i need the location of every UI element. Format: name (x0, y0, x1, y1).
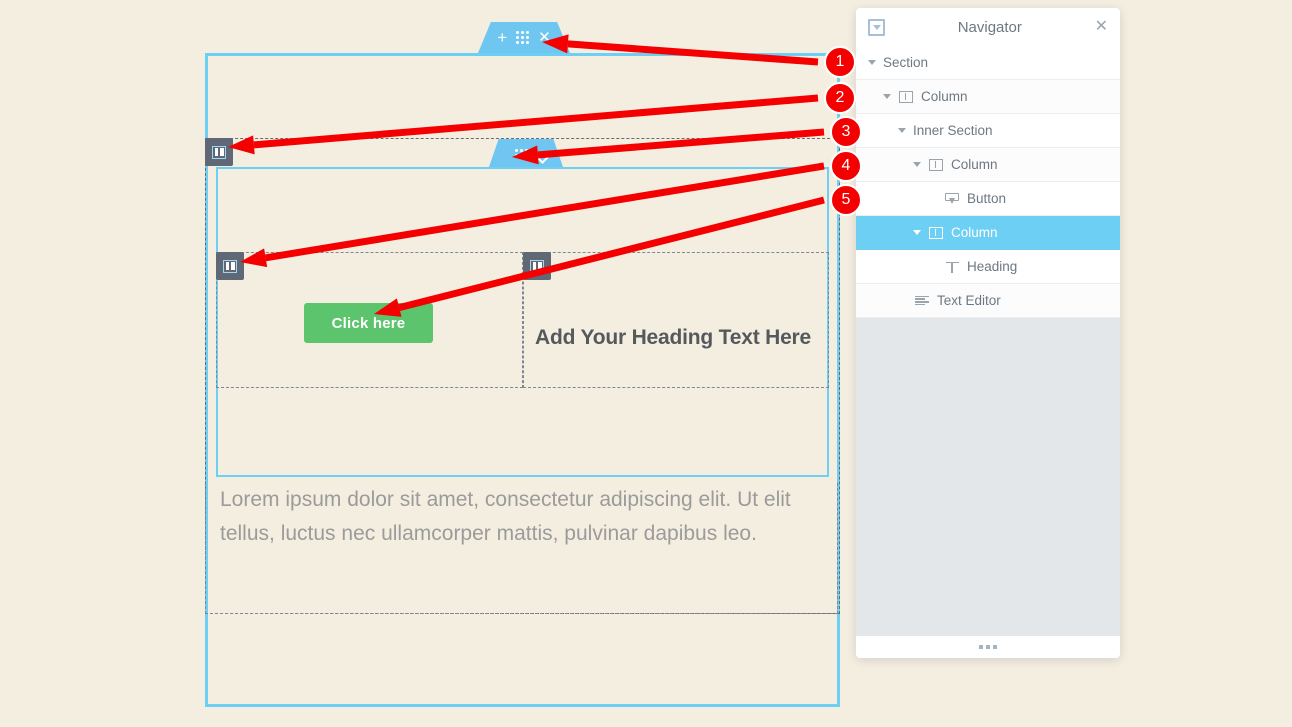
navigator-tree[interactable]: Section Column Inner Section Column Button Co… (856, 46, 1120, 636)
chevron-down-icon[interactable] (898, 128, 906, 133)
navigator-item-column[interactable]: Column (856, 80, 1120, 114)
column-icon (212, 145, 226, 159)
chevron-down-icon[interactable] (868, 60, 876, 65)
text-editor-widget[interactable]: Lorem ipsum dolor sit amet, consectetur … (205, 483, 838, 614)
navigator-panel[interactable]: Navigator ✕ Section Column Inner Section Co… (856, 8, 1120, 658)
column-icon (898, 90, 914, 103)
navigator-item-button[interactable]: Button (856, 182, 1120, 216)
annotation-badge-4: 4 (830, 150, 862, 182)
section-toolbar[interactable]: + ✕ (478, 22, 570, 53)
resize-dots-icon[interactable] (856, 636, 1120, 658)
navigator-header: Navigator ✕ (856, 8, 1120, 46)
navigator-item-heading[interactable]: Heading (856, 250, 1120, 284)
navigator-item-section[interactable]: Section (856, 46, 1120, 80)
navigator-item-label: Column (951, 157, 998, 172)
drag-dots-icon[interactable] (515, 149, 528, 157)
column-icon (928, 158, 944, 171)
annotation-badge-3: 3 (830, 116, 862, 148)
caret-spacer (928, 196, 937, 201)
navigator-item-label: Column (921, 89, 968, 104)
annotation-badge-1: 1 (824, 46, 856, 78)
editor-canvas: + ✕ Click here Add Your Heading Text Her… (0, 0, 1292, 727)
plus-icon[interactable]: + (497, 29, 507, 46)
navigator-item-label: Inner Section (913, 123, 993, 138)
close-icon[interactable]: ✕ (1095, 19, 1108, 35)
column-handle-outer[interactable] (205, 138, 233, 166)
navigator-item-label: Heading (967, 259, 1018, 274)
navigator-item-label: Section (883, 55, 929, 70)
column-icon (223, 259, 237, 273)
text-icon (914, 295, 930, 306)
close-icon[interactable]: ✕ (538, 30, 551, 45)
drag-dots-icon[interactable] (516, 31, 530, 44)
navigator-item-column[interactable]: Column (856, 216, 1120, 250)
chevron-down-icon[interactable] (913, 162, 921, 167)
column-icon (928, 226, 944, 239)
heading-widget[interactable]: Add Your Heading Text Here (535, 326, 825, 350)
click-here-button[interactable]: Click here (304, 303, 433, 343)
column-handle-right[interactable] (523, 252, 551, 280)
button-icon (944, 192, 960, 205)
annotation-badge-5: 5 (830, 184, 862, 216)
navigator-item-label: Column (951, 225, 998, 240)
chevron-down-icon[interactable] (913, 230, 921, 235)
column-handle-left[interactable] (216, 252, 244, 280)
chevron-down-icon[interactable] (883, 94, 891, 99)
inner-section-toolbar[interactable] (489, 139, 563, 167)
annotation-badge-2: 2 (824, 82, 856, 114)
caret-spacer (898, 298, 907, 303)
heading-icon (944, 261, 960, 273)
navigator-item-label: Button (967, 191, 1007, 206)
navigator-item-column[interactable]: Column (856, 148, 1120, 182)
navigator-item-inner-section[interactable]: Inner Section (856, 114, 1120, 148)
caret-spacer (928, 264, 937, 269)
navigator-title: Navigator (957, 18, 1022, 36)
collapse-all-icon[interactable] (868, 18, 885, 36)
column-icon (530, 259, 544, 273)
navigator-item-text-editor[interactable]: Text Editor (856, 284, 1120, 318)
navigator-item-label: Text Editor (937, 293, 1001, 308)
column-outline-right[interactable] (523, 252, 829, 388)
